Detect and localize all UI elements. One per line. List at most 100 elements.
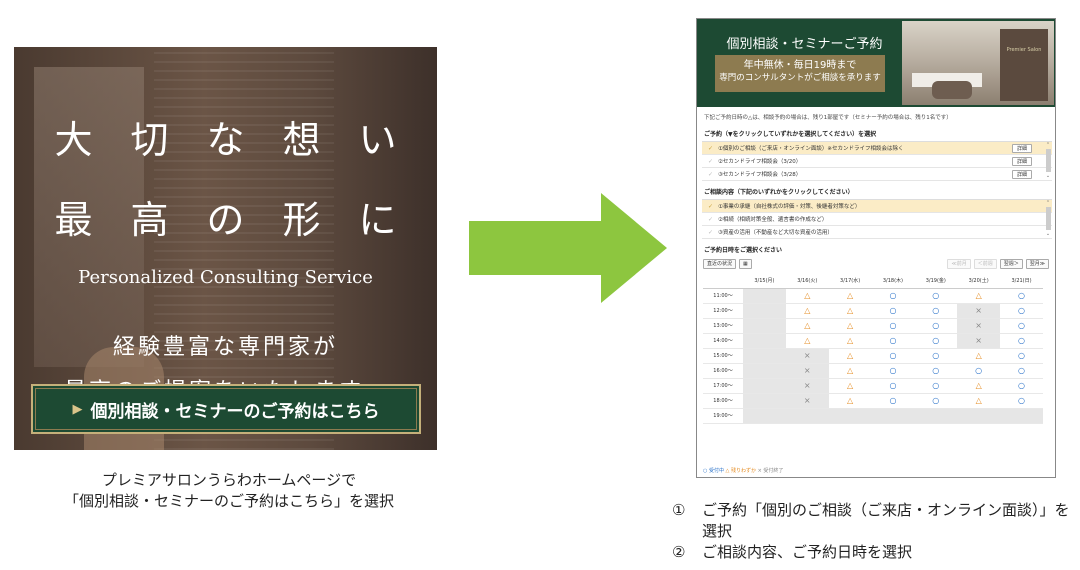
slot-cell[interactable]: ○ bbox=[914, 363, 958, 379]
list-item[interactable]: ✓ ②相続（相続対策全般、遺言書の作成など） bbox=[702, 213, 1052, 226]
slot-cell[interactable]: ○ bbox=[957, 363, 1001, 379]
slot-cell bbox=[828, 408, 872, 424]
scroll-up-icon[interactable]: ⌃ bbox=[1044, 142, 1052, 148]
hours-badge: 年中無休・毎日19時まで 専門のコンサルタントがご相談を承ります bbox=[715, 55, 885, 92]
next-week-button[interactable]: 翌週＞ bbox=[999, 259, 1023, 269]
slot-cell[interactable]: △ bbox=[785, 303, 829, 319]
slot-cell[interactable]: ○ bbox=[914, 348, 958, 364]
scroll-up-icon[interactable]: ⌃ bbox=[1044, 200, 1052, 206]
slot-cell[interactable]: ○ bbox=[871, 318, 915, 334]
calendar-icon[interactable]: ▦ bbox=[739, 259, 752, 269]
check-icon: ✓ bbox=[708, 215, 714, 223]
time-label: 17:00～ bbox=[703, 378, 743, 394]
consultation-list: ✓ ①事業の承継（自社株式の評価・対策、後継者対策など） ✓ ②相続（相続対策全… bbox=[702, 199, 1052, 239]
slot-cell[interactable]: ○ bbox=[1000, 363, 1043, 379]
slot-cell[interactable]: ○ bbox=[914, 318, 958, 334]
detail-button[interactable]: 詳細 bbox=[1011, 143, 1032, 153]
slot-cell[interactable]: △ bbox=[785, 333, 829, 349]
banner-copy-1: 経験豊富な専門家が bbox=[112, 335, 338, 360]
time-label: 11:00～ bbox=[703, 288, 743, 304]
day-header: 3/21(日) bbox=[1000, 273, 1043, 289]
time-label: 18:00～ bbox=[703, 393, 743, 409]
legend-closed: × 受付終了 bbox=[757, 468, 784, 474]
time-row: 16:00～ × △ ○ ○ ○ ○ bbox=[703, 363, 1043, 379]
list-item[interactable]: ✓ ①事業の承継（自社株式の評価・対策、後継者対策など） bbox=[702, 200, 1052, 213]
slot-cell[interactable]: ○ bbox=[1000, 378, 1043, 394]
time-row: 17:00～ × △ ○ ○ △ ○ bbox=[703, 378, 1043, 394]
list-item-label: ①事業の承継（自社株式の評価・対策、後継者対策など） bbox=[718, 204, 861, 210]
slot-cell[interactable]: ○ bbox=[914, 333, 958, 349]
slot-cell[interactable]: △ bbox=[957, 378, 1001, 394]
slot-cell[interactable]: △ bbox=[957, 393, 1001, 409]
slot-cell[interactable]: ○ bbox=[1000, 333, 1043, 349]
slot-cell[interactable]: ○ bbox=[871, 393, 915, 409]
list-item-label: ②セカンドライフ相談会（3/20） bbox=[718, 159, 802, 165]
slot-cell[interactable]: ○ bbox=[1000, 303, 1043, 319]
slot-cell[interactable]: ○ bbox=[914, 393, 958, 409]
scroll-down-icon[interactable]: ⌄ bbox=[1044, 173, 1052, 179]
scrollbar[interactable]: ⌃ ⌄ bbox=[1044, 142, 1052, 181]
prev-week-button[interactable]: ＜前週 bbox=[973, 259, 997, 269]
slot-cell[interactable]: ○ bbox=[1000, 393, 1043, 409]
cta-label: 個別相談・セミナーのご予約はこちら bbox=[90, 401, 380, 422]
slot-cell[interactable]: △ bbox=[785, 288, 829, 304]
scroll-thumb[interactable] bbox=[1045, 207, 1051, 231]
detail-button[interactable]: 詳細 bbox=[1011, 169, 1032, 179]
slot-cell[interactable]: △ bbox=[828, 333, 872, 349]
slot-cell[interactable]: △ bbox=[828, 348, 872, 364]
slot-cell[interactable]: △ bbox=[828, 393, 872, 409]
legend-open: ○ 受付中 bbox=[703, 468, 724, 474]
slot-cell[interactable]: △ bbox=[828, 378, 872, 394]
slot-cell[interactable]: ○ bbox=[871, 333, 915, 349]
slot-cell[interactable]: △ bbox=[828, 318, 872, 334]
slot-cell[interactable]: ○ bbox=[871, 378, 915, 394]
list-item[interactable]: ✓ ②セカンドライフ相談会（3/20） 詳細 bbox=[702, 155, 1052, 168]
time-label: 16:00～ bbox=[703, 363, 743, 379]
slot-cell[interactable]: △ bbox=[828, 303, 872, 319]
slot-cell[interactable]: △ bbox=[828, 288, 872, 304]
slot-cell[interactable]: ○ bbox=[914, 288, 958, 304]
time-row: 12:00～ △ △ ○ ○ × ○ bbox=[703, 303, 1043, 319]
section-title-datetime: ご予約日時をご選択ください bbox=[704, 247, 783, 254]
check-icon: ✓ bbox=[708, 144, 714, 152]
slot-cell[interactable]: ○ bbox=[914, 303, 958, 319]
slot-cell[interactable]: ○ bbox=[871, 303, 915, 319]
next-month-button[interactable]: 翌月≫ bbox=[1025, 259, 1049, 269]
step-number-2: ② bbox=[672, 543, 686, 561]
right-arrow-icon bbox=[469, 193, 667, 303]
slot-cell[interactable]: △ bbox=[957, 348, 1001, 364]
slot-cell[interactable]: ○ bbox=[871, 288, 915, 304]
detail-button[interactable]: 詳細 bbox=[1011, 156, 1032, 166]
slot-cell[interactable]: ○ bbox=[1000, 348, 1043, 364]
slot-cell[interactable]: ○ bbox=[1000, 318, 1043, 334]
slot-cell bbox=[743, 363, 786, 379]
status-button[interactable]: 直近の状況 bbox=[703, 259, 737, 269]
slot-cell[interactable]: △ bbox=[957, 288, 1001, 304]
slot-cell[interactable]: ○ bbox=[871, 363, 915, 379]
slot-cell bbox=[743, 318, 786, 334]
list-item[interactable]: ✓ ③資産の活用（不動産など大切な資産の活用） bbox=[702, 226, 1052, 239]
reservation-cta-button[interactable]: ▶ 個別相談・セミナーのご予約はこちら bbox=[31, 384, 421, 434]
scroll-thumb[interactable] bbox=[1045, 149, 1051, 173]
slot-cell[interactable]: ○ bbox=[1000, 288, 1043, 304]
slot-cell bbox=[743, 348, 786, 364]
prev-month-button[interactable]: ≪前月 bbox=[947, 259, 971, 269]
day-header: 3/16(火) bbox=[785, 273, 829, 289]
photo-chairs bbox=[932, 81, 972, 99]
day-header: 3/15(月) bbox=[743, 273, 786, 289]
slot-cell[interactable]: ○ bbox=[871, 348, 915, 364]
calendar-toolbar: 直近の状況 ▦ ≪前月 ＜前週 翌週＞ 翌月≫ bbox=[697, 257, 1055, 271]
slot-cell bbox=[871, 408, 915, 424]
slot-cell bbox=[743, 333, 786, 349]
day-header: 3/17(水) bbox=[828, 273, 872, 289]
reservation-type-list: ✓ ①個別のご相談（ご来店・オンライン面談）※セカンドライフ相談会は除く 詳細 … bbox=[702, 141, 1052, 181]
slot-cell: × bbox=[957, 333, 1001, 349]
slot-cell[interactable]: △ bbox=[785, 318, 829, 334]
scroll-down-icon[interactable]: ⌄ bbox=[1044, 231, 1052, 237]
slot-cell[interactable]: ○ bbox=[914, 378, 958, 394]
list-item[interactable]: ✓ ①個別のご相談（ご来店・オンライン面談）※セカンドライフ相談会は除く 詳細 bbox=[702, 142, 1052, 155]
time-label: 12:00～ bbox=[703, 303, 743, 319]
slot-cell[interactable]: △ bbox=[828, 363, 872, 379]
scrollbar[interactable]: ⌃ ⌄ bbox=[1044, 200, 1052, 239]
list-item[interactable]: ✓ ③セカンドライフ相談会（3/28） 詳細 bbox=[702, 168, 1052, 181]
